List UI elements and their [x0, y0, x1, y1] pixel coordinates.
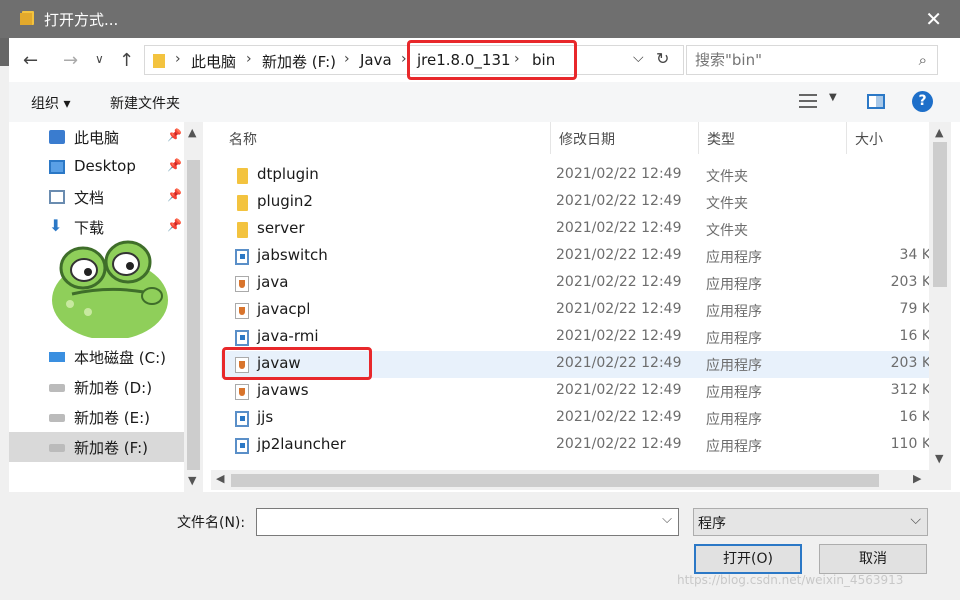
windows-drive-icon [49, 352, 65, 362]
sidebar-item-documents[interactable]: 文档 📌 [9, 182, 184, 212]
download-arrow-icon: ⬇ [49, 216, 63, 235]
file-row[interactable]: javacpl 2021/02/22 12:49 应用程序 79 K [221, 297, 931, 324]
file-list-horizontal-scrollbar[interactable]: ◀ ▶ [211, 470, 951, 490]
drive-icon [49, 384, 65, 392]
sidebar-item-drive-d[interactable]: 新加卷 (D:) [9, 372, 184, 402]
close-icon[interactable]: ✕ [925, 7, 942, 31]
file-list-vertical-scrollbar[interactable]: ▲ ▼ [929, 122, 951, 470]
folder-icon [237, 195, 248, 211]
forward-icon[interactable]: → [63, 50, 78, 71]
organize-menu[interactable]: 组织 ▾ [31, 93, 70, 113]
scroll-up-icon[interactable]: ▲ [935, 126, 943, 139]
window-edge [0, 38, 9, 600]
sidebar-item-desktop[interactable]: Desktop 📌 [9, 152, 184, 182]
annotation-highlight-box [407, 40, 577, 80]
desktop-icon [49, 160, 65, 174]
pin-icon: 📌 [167, 218, 182, 232]
drive-icon [49, 444, 65, 452]
view-options-icon[interactable] [799, 94, 817, 108]
pin-icon: 📌 [167, 188, 182, 202]
drive-icon [49, 414, 65, 422]
application-icon [235, 411, 249, 427]
file-row[interactable]: dtplugin 2021/02/22 12:49 文件夹 [221, 162, 931, 189]
java-icon [235, 384, 249, 400]
scrollbar-thumb[interactable] [187, 160, 200, 470]
computer-icon [49, 130, 65, 144]
sidebar-scrollbar[interactable]: ▲ ▼ [184, 122, 203, 492]
command-toolbar: 组织 ▾ 新建文件夹 ▼ ? [9, 82, 960, 122]
pin-icon: 📌 [167, 158, 182, 172]
sidebar-item-drive-f[interactable]: 新加卷 (F:) [9, 432, 184, 462]
cancel-button[interactable]: 取消 [819, 544, 927, 574]
scroll-right-icon[interactable]: ▶ [913, 472, 921, 485]
column-header-type[interactable]: 类型 [699, 122, 847, 154]
scroll-down-icon[interactable]: ▼ [935, 452, 943, 465]
chevron-down-icon[interactable]: ⌵ [662, 512, 672, 527]
java-icon [235, 276, 249, 292]
filename-label: 文件名(N): [177, 515, 246, 531]
breadcrumb-java[interactable]: Java [360, 51, 392, 69]
application-icon [235, 438, 249, 454]
dialog-footer: 文件名(N): ⌵ 程序 ⌵ 打开(O) 取消 https://blog.csd… [9, 492, 960, 600]
title-bar: 打开方式... ✕ [0, 0, 960, 38]
help-icon[interactable]: ? [912, 91, 933, 112]
address-bar[interactable]: › 此电脑 › 新加卷 (F:) › Java › jre1.8.0_131 ›… [144, 40, 684, 80]
column-header-size[interactable]: 大小 [847, 122, 929, 154]
sidebar-item-drive-c[interactable]: 本地磁盘 (C:) [9, 342, 184, 372]
search-icon[interactable]: ⌕ [919, 51, 927, 69]
scrollbar-thumb[interactable] [933, 142, 947, 287]
document-icon [49, 190, 65, 204]
java-icon [235, 303, 249, 319]
back-icon[interactable]: ← [23, 50, 38, 71]
file-row[interactable]: server 2021/02/22 12:49 文件夹 [221, 216, 931, 243]
chevron-down-icon[interactable]: ⌵ [633, 50, 644, 66]
recent-locations-icon[interactable]: ∨ [95, 52, 104, 66]
file-list: 名称 ︿ 修改日期 类型 大小 dtplugin 2021/02/22 12:4… [211, 122, 951, 492]
file-row[interactable]: java 2021/02/22 12:49 应用程序 203 K [221, 270, 931, 297]
file-row[interactable]: jp2launcher 2021/02/22 12:49 应用程序 110 K [221, 432, 931, 459]
file-type-select[interactable]: 程序 ⌵ [693, 508, 928, 536]
folder-icon [237, 222, 248, 238]
new-folder-button[interactable]: 新建文件夹 [110, 93, 180, 113]
preview-pane-icon[interactable] [867, 94, 885, 109]
watermark-text: https://blog.csdn.net/weixin_4563913 [677, 573, 904, 587]
file-row[interactable]: plugin2 2021/02/22 12:49 文件夹 [221, 189, 931, 216]
up-icon[interactable]: ↑ [119, 50, 134, 71]
application-icon [235, 330, 249, 346]
folder-icon [237, 168, 248, 184]
sidebar-item-drive-e[interactable]: 新加卷 (E:) [9, 402, 184, 432]
breadcrumb-drive-f[interactable]: 新加卷 (F:) [262, 51, 336, 72]
column-header-date[interactable]: 修改日期 [551, 122, 699, 154]
scrollbar-thumb[interactable] [231, 474, 879, 487]
chevron-down-icon[interactable]: ▼ [829, 92, 837, 103]
search-box[interactable]: ⌕ [686, 45, 938, 75]
open-button[interactable]: 打开(O) [694, 544, 802, 574]
breadcrumb-this-pc[interactable]: 此电脑 [191, 51, 236, 72]
file-row[interactable]: jabswitch 2021/02/22 12:49 应用程序 34 K [221, 243, 931, 270]
refresh-icon[interactable]: ↻ [656, 49, 669, 68]
chevron-down-icon[interactable]: ⌵ [910, 512, 921, 528]
address-row: ← → ∨ ↑ › 此电脑 › 新加卷 (F:) › Java › jre1.8… [9, 38, 960, 82]
folder-icon [20, 11, 34, 25]
sort-up-icon: ︿ [229, 131, 242, 145]
window-title: 打开方式... [44, 11, 119, 29]
file-row[interactable]: jjs 2021/02/22 12:49 应用程序 16 K [221, 405, 931, 432]
application-icon [235, 249, 249, 265]
pin-icon: 📌 [167, 128, 182, 142]
file-row[interactable]: javaws 2021/02/22 12:49 应用程序 312 K [221, 378, 931, 405]
scroll-left-icon[interactable]: ◀ [216, 472, 224, 485]
search-input[interactable] [695, 47, 895, 73]
scroll-up-icon[interactable]: ▲ [188, 126, 196, 139]
scroll-down-icon[interactable]: ▼ [188, 474, 196, 487]
sidebar-item-this-pc[interactable]: 此电脑 📌 [9, 122, 184, 152]
folder-icon [153, 54, 165, 68]
annotation-highlight-box [222, 347, 372, 380]
filename-field[interactable]: ⌵ [256, 508, 679, 536]
column-header-name[interactable]: 名称 ︿ [221, 122, 551, 154]
frog-sticker [52, 240, 168, 338]
